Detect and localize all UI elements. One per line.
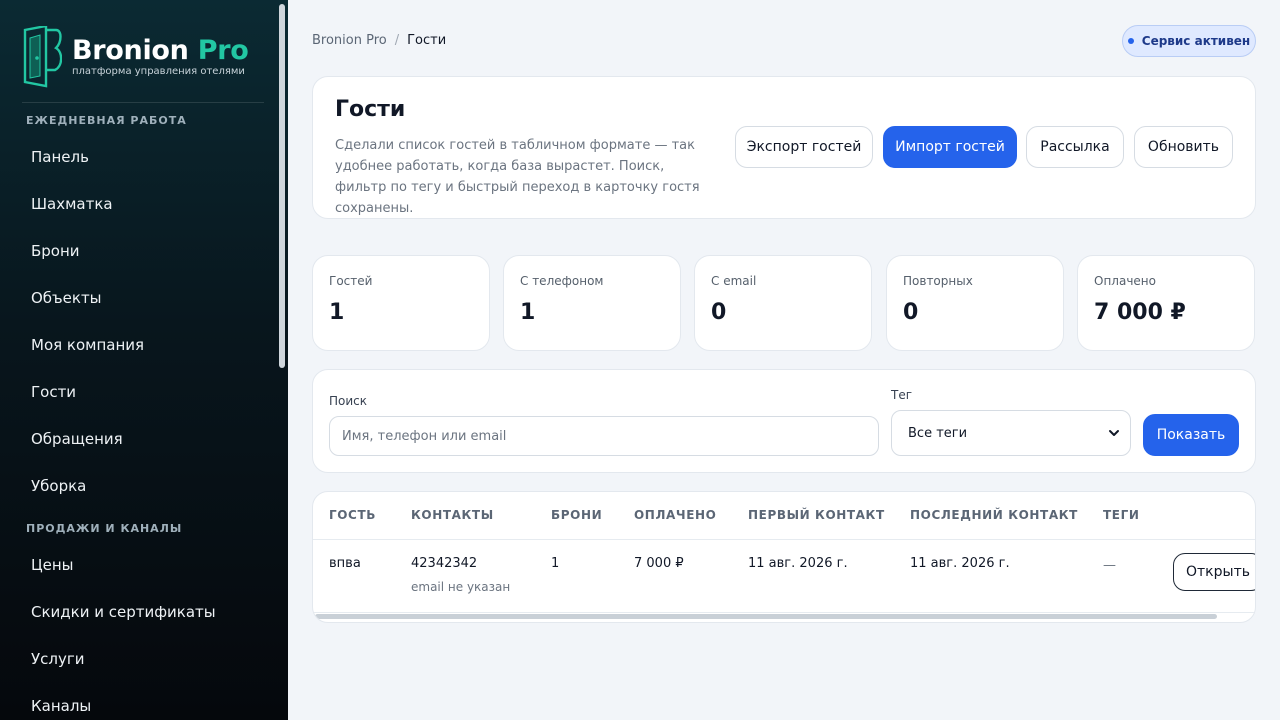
sidebar-item-bookings[interactable]: Брони	[31, 242, 80, 260]
cell-email: email не указан	[411, 580, 511, 594]
column-header-last-contact[interactable]: ПОСЛЕДНИЙ КОНТАКТ	[910, 508, 1078, 522]
import-guests-button[interactable]: Импорт гостей	[883, 126, 1017, 168]
stat-label: Оплачено	[1094, 274, 1156, 288]
column-header-bookings[interactable]: БРОНИ	[551, 508, 602, 522]
sidebar-section-daily: ЕЖЕДНЕВНАЯ РАБОТА	[26, 114, 187, 127]
cell-guest-name: впва	[329, 556, 361, 571]
sidebar-section-sales: ПРОДАЖИ И КАНАЛЫ	[26, 522, 183, 535]
stat-card-with-email: С email 0	[694, 255, 872, 351]
service-status-label: Сервис активен	[1141, 34, 1251, 48]
stat-label: С email	[711, 274, 757, 288]
column-header-tags[interactable]: ТЕГИ	[1103, 508, 1139, 522]
stat-card-paid: Оплачено 7 000 ₽	[1077, 255, 1255, 351]
stat-card-repeat: Повторных 0	[886, 255, 1064, 351]
stat-label: Гостей	[329, 274, 373, 288]
table-row-divider	[313, 612, 1255, 613]
sidebar-item-chessboard[interactable]: Шахматка	[31, 195, 113, 213]
brand-name: Bronion Pro	[72, 35, 249, 66]
sidebar-item-guests[interactable]: Гости	[31, 383, 76, 401]
tag-select-value: Все теги	[908, 425, 968, 441]
open-guest-button[interactable]: Открыть	[1173, 553, 1255, 591]
sidebar-item-dashboard[interactable]: Панель	[31, 148, 89, 166]
refresh-button[interactable]: Обновить	[1134, 126, 1233, 168]
breadcrumb-current: Гости	[407, 33, 447, 48]
stat-value: 0	[903, 300, 919, 325]
stat-value: 0	[711, 300, 727, 325]
column-header-paid[interactable]: ОПЛАЧЕНО	[634, 508, 716, 522]
mailing-button[interactable]: Рассылка	[1026, 126, 1124, 168]
page-header-card: Гости Сделали список гостей в табличном …	[312, 76, 1256, 219]
stat-value: 1	[329, 300, 345, 325]
sidebar-item-company[interactable]: Моя компания	[31, 336, 144, 354]
sidebar: Bronion Pro платформа управления отелями…	[0, 0, 288, 720]
page-title: Гости	[335, 97, 406, 122]
table-horizontal-scrollbar[interactable]	[315, 614, 1217, 619]
guests-table: ГОСТЬ КОНТАКТЫ БРОНИ ОПЛАЧЕНО ПЕРВЫЙ КОН…	[312, 491, 1256, 623]
stat-label: С телефоном	[520, 274, 604, 288]
chevron-down-icon	[1109, 430, 1119, 436]
stat-label: Повторных	[903, 274, 973, 288]
stat-card-with-phone: С телефоном 1	[503, 255, 681, 351]
column-header-guest[interactable]: ГОСТЬ	[329, 508, 376, 522]
filter-card: Поиск Тег Все теги Показать	[312, 369, 1256, 473]
cell-tags: —	[1103, 558, 1116, 573]
door-logo-icon	[23, 26, 62, 88]
sidebar-item-requests[interactable]: Обращения	[31, 430, 123, 448]
table-header-divider	[313, 539, 1255, 540]
sidebar-item-services[interactable]: Услуги	[31, 650, 84, 668]
breadcrumb-separator: /	[394, 33, 400, 48]
sidebar-item-prices[interactable]: Цены	[31, 556, 74, 574]
sidebar-item-channels[interactable]: Каналы	[31, 697, 91, 715]
cell-phone: 42342342	[411, 556, 478, 571]
sidebar-item-cleaning[interactable]: Уборка	[31, 477, 86, 495]
brand-logo[interactable]: Bronion Pro платформа управления отелями	[22, 26, 249, 88]
service-status-badge: Сервис активен	[1122, 25, 1256, 57]
tag-label: Тег	[891, 388, 913, 402]
page-description: Сделали список гостей в табличном формат…	[335, 138, 700, 216]
search-input[interactable]	[329, 416, 879, 456]
stat-value: 7 000 ₽	[1094, 300, 1186, 325]
brand-tagline: платформа управления отелями	[72, 66, 245, 77]
sidebar-item-objects[interactable]: Объекты	[31, 289, 102, 307]
search-label: Поиск	[329, 394, 368, 408]
column-header-first-contact[interactable]: ПЕРВЫЙ КОНТАКТ	[748, 508, 885, 522]
breadcrumb-root[interactable]: Bronion Pro	[312, 33, 387, 48]
sidebar-item-discounts[interactable]: Скидки и сертификаты	[31, 603, 216, 621]
tag-select[interactable]: Все теги	[891, 410, 1131, 456]
cell-last-contact: 11 авг. 2026 г.	[910, 556, 1010, 571]
export-guests-button[interactable]: Экспорт гостей	[735, 126, 873, 168]
breadcrumb: Bronion Pro / Гости	[312, 33, 446, 48]
cell-first-contact: 11 авг. 2026 г.	[748, 556, 848, 571]
stat-card-guests: Гостей 1	[312, 255, 490, 351]
sidebar-scrollbar[interactable]	[279, 4, 285, 368]
show-button[interactable]: Показать	[1143, 414, 1239, 456]
cell-bookings: 1	[551, 556, 560, 571]
sidebar-divider	[22, 102, 264, 103]
stat-value: 1	[520, 300, 536, 325]
column-header-contacts[interactable]: КОНТАКТЫ	[411, 508, 494, 522]
status-dot-icon	[1127, 38, 1134, 44]
cell-paid: 7 000 ₽	[634, 556, 684, 571]
